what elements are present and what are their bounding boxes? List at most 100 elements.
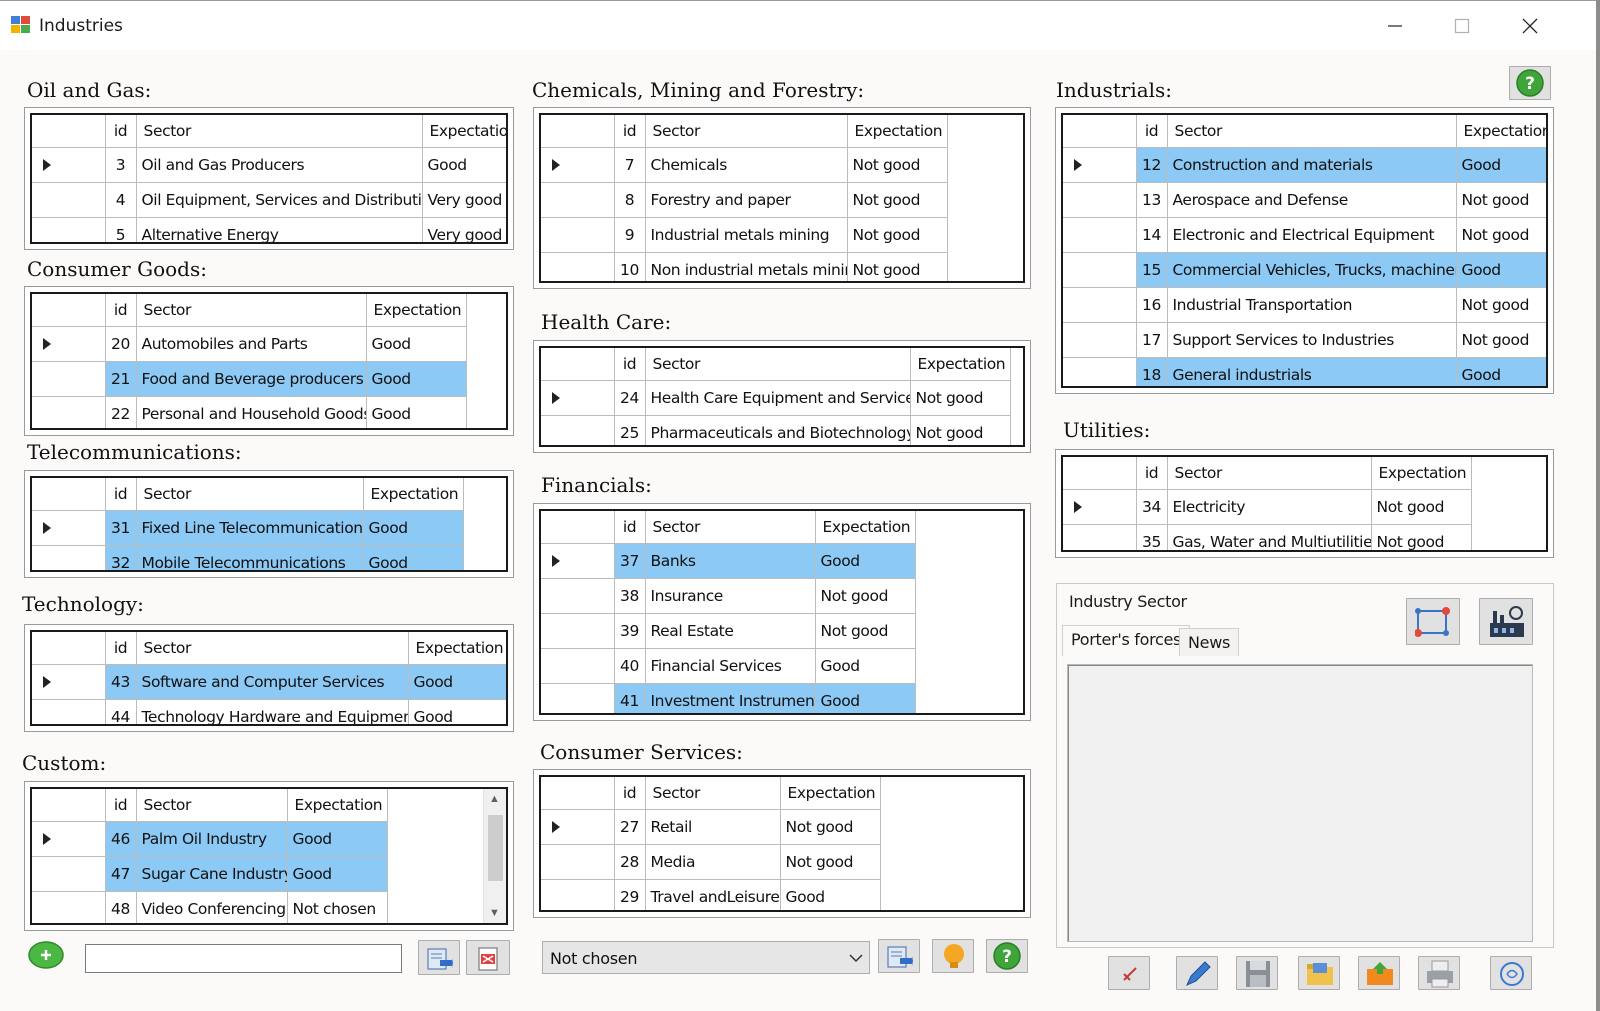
cell-id[interactable]: 17 [1136,322,1168,358]
cell-expectation[interactable]: Good [287,856,388,892]
row-header[interactable] [541,844,615,880]
industrials-grid[interactable]: id Sector Expectation 12 Construction and ma… [1055,107,1554,394]
delete-button[interactable] [466,940,510,975]
cell-sector[interactable]: Aerospace and Defense [1167,182,1457,218]
table-row[interactable]: 7 Chemicals Not good [541,147,948,183]
table-row[interactable]: 40 Financial Services Good [541,648,916,684]
cell-id[interactable]: 5 [105,217,137,242]
table-row[interactable]: 8 Forestry and paper Not good [541,182,948,218]
row-header[interactable] [541,415,615,445]
table-row[interactable]: 10 Non industrial metals mining Not good [541,252,948,281]
cell-sector[interactable]: Retail [645,809,781,845]
row-header[interactable] [1063,322,1137,358]
column-header-sector[interactable]: Sector [1167,457,1372,490]
table-row[interactable]: 21 Food and Beverage producers Good [32,361,467,397]
cell-id[interactable]: 4 [105,182,137,218]
cell-id[interactable]: 7 [614,147,646,183]
cell-expectation[interactable]: Good [815,543,916,579]
cell-sector[interactable]: Video Conferencing [136,891,288,923]
row-header-corner[interactable] [541,348,615,381]
row-header[interactable] [1063,357,1137,386]
cell-expectation[interactable]: Very good [422,182,506,218]
column-header-expectation[interactable]: Expectation [287,789,388,822]
cell-id[interactable]: 34 [1136,489,1168,525]
oil-gas-grid[interactable]: idSectorExpectation3Oil and Gas Producer… [24,107,514,250]
table-row[interactable]: 4 Oil Equipment, Services and Distributio… [32,182,506,218]
cell-expectation[interactable]: Not good [910,380,1011,416]
row-header[interactable] [1063,287,1137,323]
column-header-sector[interactable]: Sector [645,777,781,810]
column-header-expectation[interactable]: Expectation [847,115,948,148]
cell-sector[interactable]: General industrials [1167,357,1457,386]
cell-id[interactable]: 9 [614,217,646,253]
chemicals-grid[interactable]: id Sector Expectation 7 Chemicals Not good 8 Fo… [533,107,1031,289]
column-header-sector[interactable]: Sector [645,348,911,381]
row-header[interactable] [541,879,615,910]
cell-sector[interactable]: Insurance [645,578,816,614]
column-header-id[interactable]: id [105,632,137,665]
cell-sector[interactable]: Financial Services [645,648,816,684]
cell-sector[interactable]: Technology Hardware and Equipment [136,699,409,724]
row-header-corner[interactable] [32,632,106,665]
cell-id[interactable]: 21 [105,361,137,397]
cell-expectation[interactable]: Not good [847,217,948,253]
row-header-corner[interactable] [32,789,106,822]
open-folder-button[interactable] [1298,956,1340,990]
cell-expectation[interactable]: Not good [1371,524,1472,550]
row-header[interactable] [32,856,106,892]
cell-id[interactable]: 15 [1136,252,1168,288]
table-row[interactable]: 43 Software and Computer Services Good [32,664,506,700]
table-row[interactable]: 15 Commercial Vehicles, Trucks, machinery… [1063,252,1546,288]
maximize-button[interactable] [1432,1,1492,51]
cell-id[interactable]: 3 [105,147,137,183]
cell-sector[interactable]: Industrial Transportation [1167,287,1457,323]
cell-sector[interactable]: Software and Computer Services [136,664,409,700]
row-header-corner[interactable] [32,115,106,148]
column-header-expectation[interactable]: Expectation [780,777,881,810]
cell-sector[interactable]: Forestry and paper [645,182,848,218]
telecom-grid[interactable]: id Sector Expectation 31 Fixed Line Telecomm… [24,470,514,578]
cell-sector[interactable]: Health Care Equipment and Services [645,380,911,416]
custom-grid-scrollbar[interactable]: ▲ ▼ [483,789,506,923]
table-row[interactable]: 46 Palm Oil Industry Good [32,821,388,857]
column-header-expectation[interactable]: Expectation [408,632,506,665]
cell-id[interactable]: 13 [1136,182,1168,218]
table-row[interactable]: 28 Media Not good [541,844,881,880]
row-header[interactable] [541,578,615,614]
custom-grid[interactable]: id Sector Expectation 46 Palm Oil Industry Go… [24,781,514,931]
table-row[interactable]: 13 Aerospace and Defense Not good [1063,182,1546,218]
cell-id[interactable]: 24 [614,380,646,416]
cell-sector[interactable]: Chemicals [645,147,848,183]
cell-sector[interactable]: Palm Oil Industry [136,821,288,857]
cell-sector[interactable]: Electricity [1167,489,1372,525]
cell-expectation[interactable]: Good [363,545,464,570]
row-header-corner[interactable] [1063,457,1137,490]
table-row[interactable]: 17 Support Services to Industries Not good [1063,322,1546,358]
cell-expectation[interactable]: Good [287,821,388,857]
cell-sector[interactable]: Fixed Line Telecommunications [136,510,364,546]
row-header[interactable] [1063,147,1137,183]
cell-expectation[interactable]: Not good [815,613,916,649]
cell-expectation[interactable]: Good [1456,147,1546,183]
cell-expectation[interactable]: Good [780,879,881,910]
upload-folder-button[interactable] [1358,956,1400,990]
cell-expectation[interactable]: Not good [1456,182,1546,218]
cell-id[interactable]: 39 [614,613,646,649]
edit-button[interactable] [1176,956,1218,990]
column-header-expectation[interactable]: Expectation [363,478,464,511]
financials-grid[interactable]: id Sector Expectation 37 Banks Good 38 Insuranc… [533,503,1031,721]
cell-id[interactable]: 47 [105,856,137,892]
cell-expectation[interactable]: Not good [1456,217,1546,253]
save-button[interactable] [1236,956,1278,990]
column-header-id[interactable]: id [614,115,646,148]
table-row[interactable]: 37 Banks Good [541,543,916,579]
table-row[interactable]: 38 Insurance Not good [541,578,916,614]
table-row[interactable]: 22 Personal and Household Goods Good [32,396,467,428]
clear-button[interactable] [1108,956,1150,990]
row-header[interactable] [32,217,106,242]
cell-sector[interactable]: Travel andLeisure [645,879,781,910]
table-row[interactable]: 12 Construction and materials Good [1063,147,1546,183]
cell-id[interactable]: 37 [614,543,646,579]
cell-id[interactable]: 22 [105,396,137,428]
cell-sector[interactable]: Oil Equipment, Services and Distribution [136,182,423,218]
